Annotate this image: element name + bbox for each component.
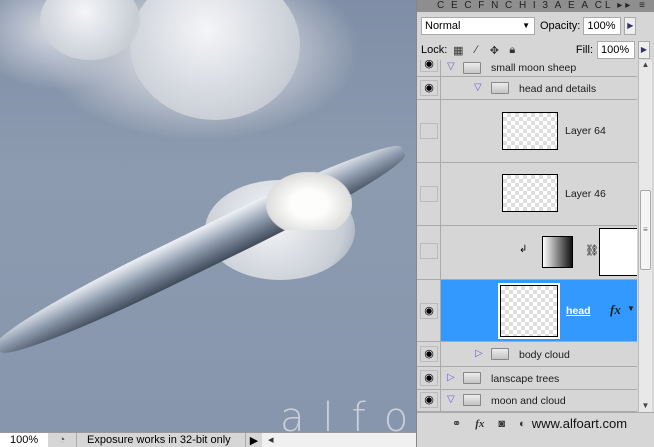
tab[interactable]: C [437, 0, 447, 12]
tab[interactable]: C [505, 0, 515, 12]
layer-name: head and details [519, 83, 597, 95]
lock-transparency-icon[interactable]: ▦ [451, 44, 465, 57]
layer-mask-thumbnail[interactable] [599, 228, 637, 276]
layer-row[interactable]: Layer 46 [417, 163, 637, 226]
chevron-down-icon[interactable]: ▼ [627, 304, 635, 313]
fx-icon[interactable]: fx [610, 302, 621, 318]
tab[interactable]: 3 [542, 0, 551, 12]
layer-name: Layer 46 [565, 188, 606, 200]
adjustment-layer-icon[interactable]: ◐ [519, 418, 526, 430]
layer-name: small moon sheep [491, 62, 577, 74]
scroll-up-icon[interactable]: ▲ [639, 60, 652, 69]
expand-triangle-icon[interactable]: ▽ [474, 82, 482, 93]
status-bar: 100% ◔ Exposure works in 32-bit only ▶ ◂ [0, 432, 420, 447]
cloud [40, 0, 140, 60]
document-canvas[interactable]: alfo [0, 0, 416, 432]
folder-icon [491, 82, 509, 94]
horizontal-scrollbar[interactable]: ◂ [262, 433, 420, 447]
tab[interactable]: I [533, 0, 539, 12]
blend-mode-value: Normal [425, 20, 461, 32]
scroll-down-icon[interactable]: ▼ [639, 401, 652, 410]
visibility-toggle[interactable] [420, 243, 438, 259]
eye-icon[interactable]: ◉ [420, 370, 438, 386]
layer-row[interactable]: ◉ ▽ head and details [417, 77, 637, 100]
layer-name: Layer 64 [565, 125, 606, 137]
layer-row-selected[interactable]: ◉ head fx ▼ [417, 280, 637, 342]
tab[interactable]: N [491, 0, 501, 12]
tab[interactable]: F [478, 0, 487, 12]
opacity-label: Opacity: [540, 20, 581, 32]
adjustment-layer-row[interactable]: ↲ ⛓ [417, 226, 637, 280]
scroll-thumb[interactable]: ≡ [640, 190, 651, 270]
tab[interactable]: H [519, 0, 529, 12]
tab[interactable]: A [555, 0, 565, 12]
layer-row[interactable]: Layer 64 [417, 100, 637, 163]
layer-name: head [566, 305, 591, 317]
moon-crescent [0, 132, 412, 366]
folder-icon [463, 394, 481, 406]
eye-icon[interactable]: ◉ [420, 80, 438, 96]
opacity-input[interactable]: 100% [583, 17, 622, 35]
layer-thumbnail [502, 174, 558, 212]
link-layers-icon[interactable]: ⚭ [452, 417, 461, 430]
tab[interactable]: E [568, 0, 578, 12]
watermark: alfo [280, 395, 416, 432]
opacity-slider-button[interactable]: ▶ [624, 17, 637, 35]
fill-input[interactable]: 100% [597, 41, 635, 59]
layer-name: lanscape trees [491, 373, 560, 385]
expand-triangle-icon[interactable]: ▽ [447, 394, 455, 405]
panel-tabs: C E C F N C H I 3 A E A CL ▸▸ ≡ [417, 0, 654, 12]
visibility-toggle[interactable] [420, 186, 438, 202]
lock-position-move-icon[interactable]: ✥ [487, 44, 501, 57]
eye-icon[interactable]: ◉ [420, 392, 438, 408]
expand-triangle-icon[interactable]: ▷ [475, 348, 483, 359]
layer-row[interactable]: ◉ ▷ lanscape trees [417, 367, 637, 390]
blend-mode-select[interactable]: Normal ▼ [421, 17, 535, 35]
eye-icon[interactable]: ◉ [420, 303, 438, 319]
watermark-url: www.alfoart.com [531, 416, 628, 431]
layer-row[interactable]: ◉ ▽ small moon sheep [417, 60, 637, 77]
tab[interactable]: CL [595, 0, 614, 12]
lock-pixels-brush-icon[interactable]: ∕ [469, 44, 483, 56]
tab[interactable]: E [451, 0, 461, 12]
fill-slider-button[interactable]: ▶ [638, 41, 650, 59]
folder-icon [491, 348, 509, 360]
add-style-fx-icon[interactable]: fx [475, 418, 484, 430]
layer-thumbnail [498, 283, 560, 339]
layer-row[interactable]: ◉ ▽ moon and cloud [417, 390, 637, 412]
layer-row[interactable]: ◉ ▷ body cloud [417, 342, 637, 367]
layer-thumbnail [502, 112, 558, 150]
tab[interactable]: C [464, 0, 474, 12]
clipping-arrow-icon: ↲ [519, 244, 528, 255]
sheep-head [266, 172, 352, 230]
panel-menu-icon[interactable]: ▸▸ ≡ [617, 0, 648, 12]
eye-icon[interactable]: ◉ [420, 346, 438, 362]
mask-link-icon[interactable]: ⛓ [585, 244, 599, 257]
layer-name: body cloud [519, 349, 570, 361]
clock-icon[interactable]: ◔ [54, 434, 70, 446]
layers-scrollbar[interactable]: ▲ ≡ ▼ [638, 60, 652, 412]
cloud [130, 0, 300, 120]
layers-footer: ⚭ fx ◙ ◐ www.alfoart.com [417, 412, 654, 434]
expand-triangle-icon[interactable]: ▽ [447, 61, 455, 72]
add-mask-icon[interactable]: ◙ [498, 418, 505, 430]
folder-icon [463, 62, 481, 74]
zoom-level[interactable]: 100% [0, 433, 48, 447]
tab[interactable]: A [581, 0, 591, 12]
gradient-map-thumbnail [542, 236, 573, 268]
visibility-toggle[interactable] [420, 123, 438, 139]
layers-panel: C E C F N C H I 3 A E A CL ▸▸ ≡ Normal ▼ Opacity: 100… [416, 0, 654, 447]
lock-label: Lock: [421, 44, 448, 56]
eye-icon[interactable]: ◉ [420, 60, 438, 72]
status-menu-arrow-icon[interactable]: ▶ [246, 434, 262, 447]
expand-triangle-icon[interactable]: ▷ [447, 372, 455, 383]
layer-name: moon and cloud [491, 395, 566, 407]
layers-list: ◉ ▽ small moon sheep ◉ ▽ head and detail… [417, 60, 637, 412]
fill-label: Fill: [575, 44, 593, 56]
status-message: Exposure works in 32-bit only [76, 433, 246, 447]
lock-all-icon[interactable]: 🔒︎ [505, 44, 519, 57]
folder-icon [463, 372, 481, 384]
chevron-down-icon: ▼ [522, 21, 530, 30]
